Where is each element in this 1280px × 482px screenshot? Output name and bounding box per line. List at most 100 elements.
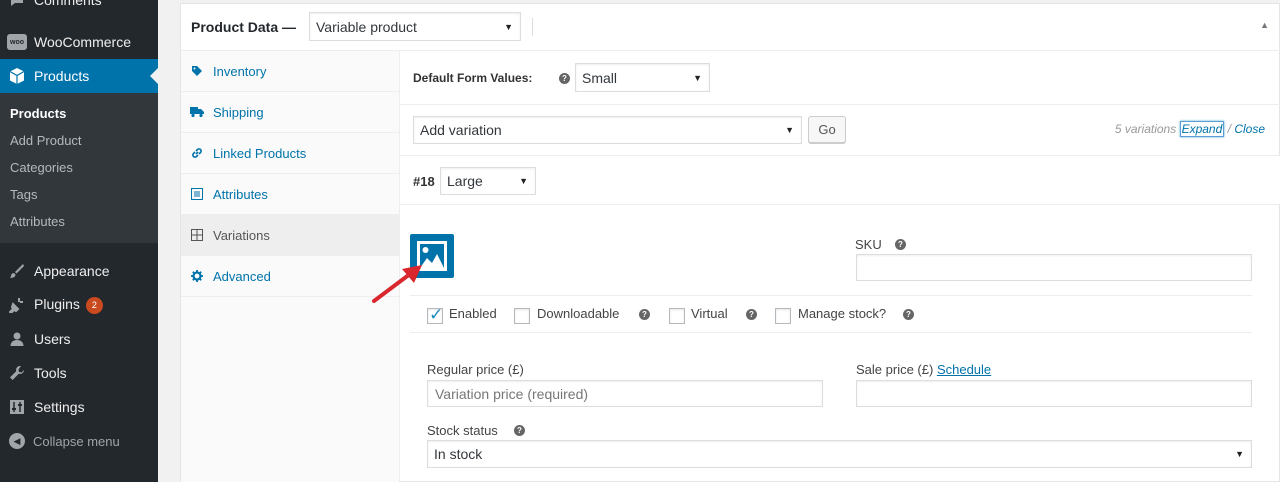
admin-sidebar: Comments woo WooCommerce Products Produc… (0, 0, 158, 482)
menu-woocommerce[interactable]: woo WooCommerce (0, 25, 158, 59)
help-icon: ? (514, 425, 525, 436)
tab-linked-products-label: Linked Products (213, 145, 307, 161)
tab-attributes[interactable]: Attributes (181, 174, 400, 215)
plugins-update-badge: 2 (85, 297, 103, 314)
variation-size-select[interactable]: Large ▼ (440, 167, 536, 195)
product-data-header: Product Data — Variable product ▼ ▲ (181, 4, 1280, 51)
variations-panel: Default Form Values: ? Small ▼ Add varia… (400, 51, 1280, 482)
default-form-values-bar: Default Form Values: ? Small ▼ (400, 51, 1280, 105)
sku-label: SKU (855, 237, 882, 252)
variation-count: 5 variations Expand / Close (1114, 121, 1265, 137)
list-icon (181, 188, 213, 200)
default-form-values-label: Default Form Values: (413, 71, 533, 85)
stock-status-select[interactable]: In stock ▼ (427, 440, 1252, 468)
expand-link[interactable]: Expand (1179, 121, 1225, 137)
tab-variations[interactable]: Variations (181, 215, 400, 256)
help-icon: ? (639, 309, 650, 320)
menu-users-label: Users (34, 331, 71, 347)
stock-status-value: In stock (434, 446, 483, 462)
default-size-select[interactable]: Small ▼ (575, 63, 710, 92)
paintbrush-icon (0, 263, 34, 279)
variation-action-value: Add variation (420, 122, 502, 138)
tag-icon (181, 65, 213, 77)
grid-icon (181, 229, 213, 241)
product-data-tabs: Inventory Shipping Linked Products Attri… (181, 51, 400, 482)
stock-status-label: Stock status (427, 423, 498, 438)
menu-appearance-label: Appearance (34, 263, 110, 279)
tab-inventory[interactable]: Inventory (181, 51, 400, 92)
dropdown-caret-icon: ▼ (693, 72, 702, 83)
close-link[interactable]: Close (1234, 122, 1265, 136)
manage-stock-checkbox[interactable] (775, 308, 791, 324)
dropdown-caret-icon: ▼ (1235, 449, 1244, 459)
gear-icon (181, 270, 213, 282)
enabled-label: Enabled (449, 306, 497, 321)
dropdown-caret-icon: ▼ (519, 176, 528, 186)
variation-action-select[interactable]: Add variation ▼ (413, 116, 802, 144)
tab-shipping[interactable]: Shipping (181, 92, 400, 133)
virtual-checkbox[interactable] (669, 308, 685, 324)
go-button[interactable]: Go (808, 116, 846, 143)
link-icon (181, 147, 213, 159)
enabled-checkbox[interactable] (427, 305, 443, 325)
collapse-arrow-icon: ◀ (9, 433, 25, 449)
menu-appearance[interactable]: Appearance (0, 254, 158, 288)
help-icon: ? (746, 309, 757, 320)
submenu-add-product[interactable]: Add Product (10, 133, 82, 148)
schedule-link[interactable]: Schedule (937, 362, 991, 377)
downloadable-label: Downloadable (537, 306, 620, 321)
menu-woocommerce-label: WooCommerce (34, 34, 131, 50)
tab-advanced[interactable]: Advanced (181, 256, 400, 297)
menu-comments[interactable]: Comments (0, 0, 158, 17)
submenu-categories[interactable]: Categories (10, 160, 73, 175)
plug-icon (0, 297, 34, 313)
variation-id: #18 (413, 174, 435, 189)
virtual-label: Virtual (691, 306, 728, 321)
submenu-products[interactable]: Products (10, 106, 66, 121)
product-type-value: Variable product (316, 18, 417, 35)
product-data-title: Product Data — (191, 19, 297, 35)
product-type-select[interactable]: Variable product ▼ (309, 12, 521, 41)
collapse-menu-button[interactable]: ◀ Collapse menu (0, 428, 158, 454)
menu-products[interactable]: Products (0, 59, 158, 93)
tab-linked-products[interactable]: Linked Products (181, 133, 400, 174)
variation-actions-bar: Add variation ▼ Go 5 variations Expand /… (400, 105, 1280, 156)
menu-users[interactable]: Users (0, 322, 158, 356)
submenu-attributes[interactable]: Attributes (10, 214, 65, 229)
menu-tools-label: Tools (34, 365, 67, 381)
woocommerce-icon: woo (7, 34, 27, 50)
variation-header[interactable]: #18 Large ▼ (400, 156, 1280, 205)
truck-icon (181, 106, 213, 118)
header-divider (532, 18, 533, 36)
dropdown-caret-icon: ▼ (785, 125, 794, 135)
menu-settings-label: Settings (34, 399, 85, 415)
box-icon (0, 67, 34, 85)
collapse-box-icon[interactable]: ▲ (1260, 20, 1269, 30)
sale-price-label-group: Sale price (£) Schedule (856, 362, 991, 377)
divider (410, 295, 1252, 296)
tab-inventory-label: Inventory (213, 63, 267, 79)
tab-shipping-label: Shipping (213, 104, 264, 120)
sale-price-input[interactable] (856, 380, 1252, 407)
sku-input[interactable] (856, 254, 1252, 281)
user-icon (0, 331, 34, 347)
tab-variations-label: Variations (213, 227, 270, 243)
manage-stock-label: Manage stock? (798, 306, 887, 321)
variation-count-text: 5 variations (1114, 122, 1177, 136)
help-icon: ? (559, 73, 570, 84)
comment-icon (0, 0, 34, 8)
menu-products-label: Products (34, 68, 90, 84)
menu-plugins[interactable]: Plugins 2 (0, 288, 158, 322)
downloadable-checkbox[interactable] (514, 308, 530, 324)
collapse-menu-label: Collapse menu (33, 433, 120, 449)
menu-plugins-label: Plugins (34, 296, 80, 312)
dropdown-caret-icon: ▼ (504, 21, 513, 32)
regular-price-input[interactable]: Variation price (required) (427, 380, 823, 407)
submenu-tags[interactable]: Tags (10, 187, 37, 202)
menu-tools[interactable]: Tools (0, 356, 158, 390)
expand-close-separator: / (1227, 122, 1231, 136)
menu-settings[interactable]: Settings (0, 390, 158, 424)
tab-attributes-label: Attributes (213, 186, 268, 202)
products-submenu: Products Add Product Categories Tags Att… (0, 93, 158, 243)
divider (410, 332, 1252, 333)
